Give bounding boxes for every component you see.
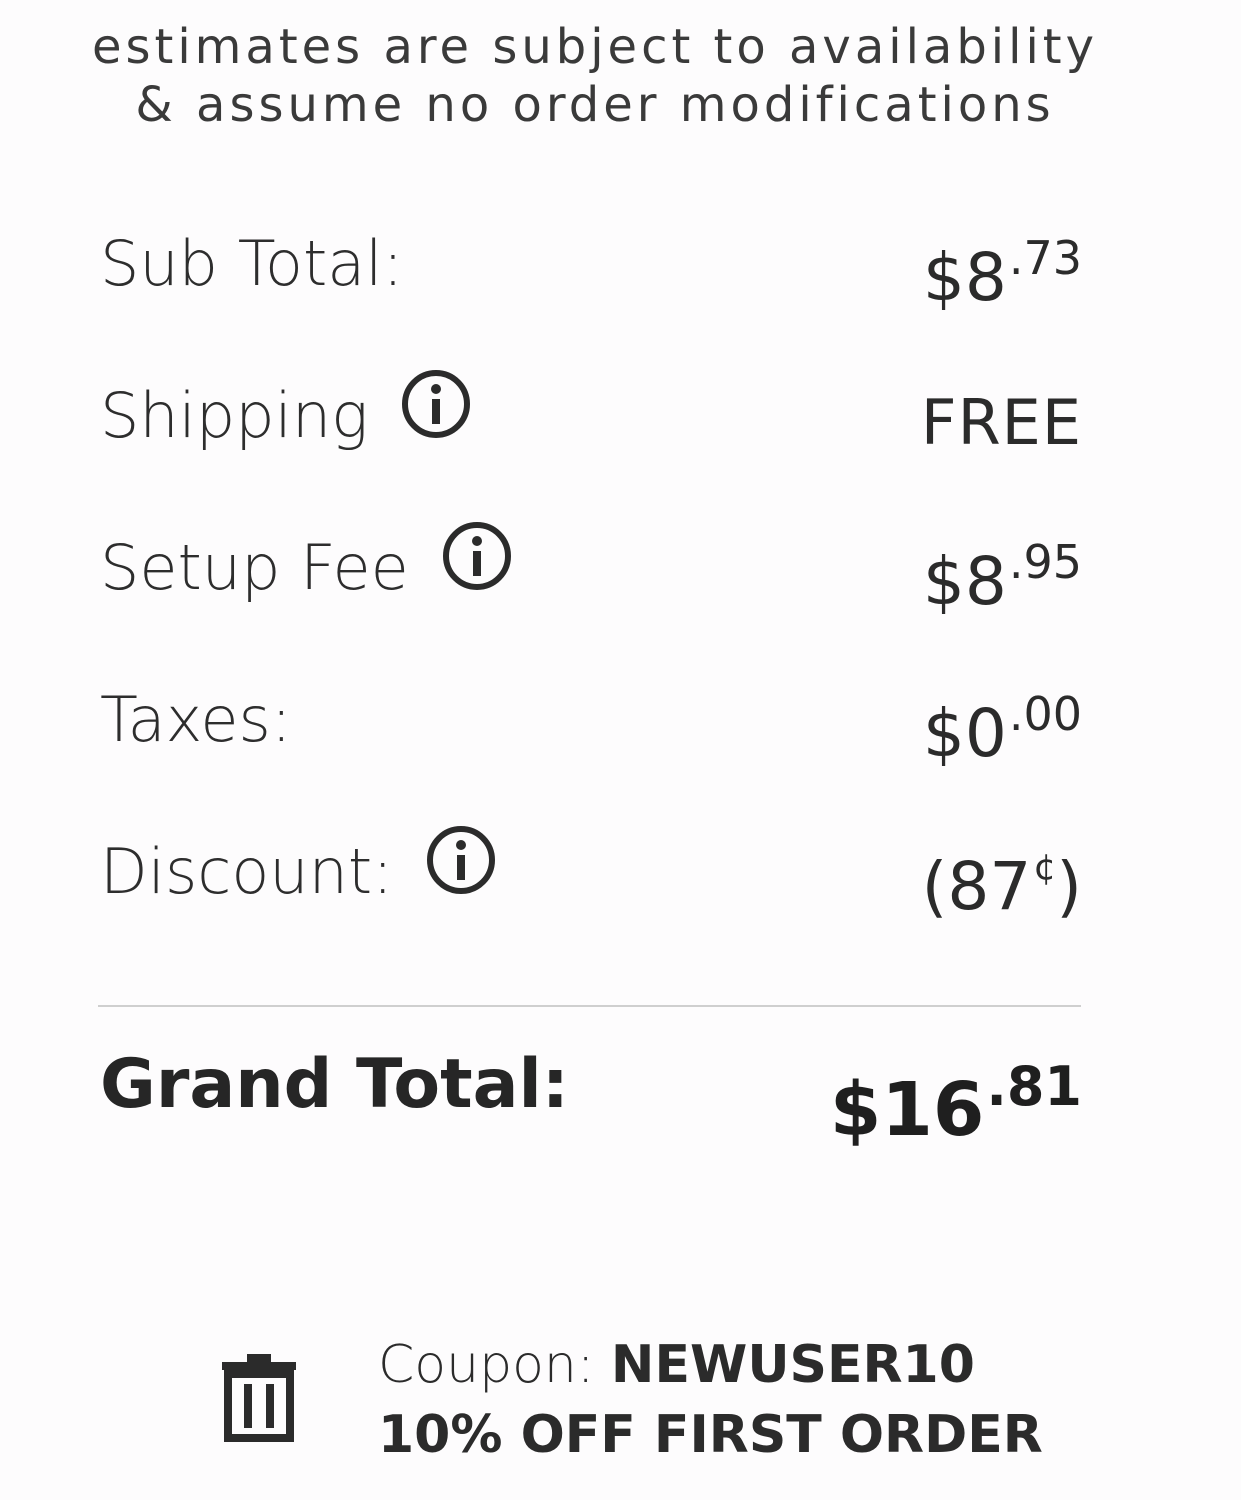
coupon-description: 10% OFF FIRST ORDER [378, 1405, 1043, 1465]
shipping-label-group: Shipping [100, 369, 472, 452]
grand-total-dollars: $16 [829, 1067, 985, 1153]
order-summary-panel: estimates are subject to availability & … [0, 0, 1241, 1500]
grand-total-label: Grand Total: [100, 1045, 569, 1124]
disclaimer-line-2: & assume no order modifications [135, 77, 1055, 133]
discount-info-icon[interactable] [425, 824, 497, 896]
coupon-details: Coupon: NEWUSER10 10% OFF FIRST ORDER [378, 1330, 1043, 1470]
shipping-info-icon[interactable] [400, 368, 472, 440]
applied-coupon: Coupon: NEWUSER10 10% OFF FIRST ORDER [220, 1330, 1120, 1470]
total-divider [98, 1005, 1081, 1007]
shipping-label: Shipping [100, 379, 369, 452]
subtotal-cents: .73 [1008, 231, 1082, 285]
trash-icon[interactable] [220, 1352, 298, 1442]
shipping-row: Shipping FREE [100, 369, 1082, 529]
discount-value: (87¢) [922, 847, 1082, 925]
setup-fee-label-group: Setup Fee [100, 521, 513, 604]
shipping-value: FREE [921, 383, 1082, 460]
discount-close-paren: ) [1056, 848, 1082, 925]
summary-rows: Sub Total: $8.73 Shipping FREE Setup Fee [100, 225, 1082, 985]
grand-total-cents: .81 [986, 1055, 1082, 1118]
subtotal-label: Sub Total: [100, 227, 404, 300]
discount-label: Discount: [100, 835, 394, 908]
setup-fee-dollars: $8 [922, 543, 1007, 620]
taxes-cents: .00 [1008, 687, 1082, 741]
setup-fee-label: Setup Fee [100, 531, 409, 604]
disclaimer-line-1: estimates are subject to availability [91, 19, 1099, 75]
coupon-code: NEWUSER10 [610, 1335, 975, 1395]
setup-fee-row: Setup Fee $8.95 [100, 521, 1082, 681]
taxes-value: $0.00 [923, 687, 1082, 772]
subtotal-row: Sub Total: $8.73 [100, 225, 1082, 377]
taxes-row: Taxes: $0.00 [100, 681, 1082, 833]
grand-total-value: $16.81 [830, 1055, 1082, 1153]
setup-fee-value: $8.95 [923, 535, 1082, 620]
discount-label-group: Discount: [100, 825, 497, 908]
setup-fee-cents: .95 [1008, 535, 1082, 589]
estimate-disclaimer: estimates are subject to availability & … [0, 18, 1190, 134]
subtotal-dollars: $8 [922, 239, 1007, 316]
taxes-dollars: $0 [922, 695, 1007, 772]
subtotal-value: $8.73 [923, 231, 1082, 316]
shipping-free-text: FREE [920, 386, 1082, 459]
grand-total-row: Grand Total: $16.81 [100, 1045, 1082, 1155]
discount-row: Discount: (87¢) [100, 825, 1082, 985]
discount-cent-sign: ¢ [1033, 847, 1057, 888]
setup-fee-info-icon[interactable] [441, 520, 513, 592]
coupon-prefix: Coupon: [378, 1335, 611, 1395]
discount-amount: (87 [921, 848, 1032, 925]
taxes-label: Taxes: [100, 683, 292, 756]
